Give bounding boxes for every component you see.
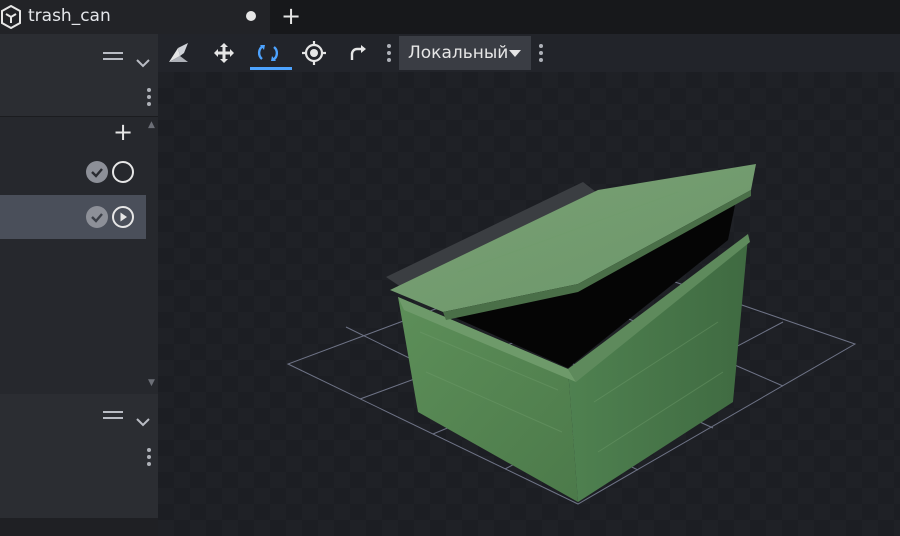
bottom-panel-body	[0, 438, 158, 518]
model-cube-icon	[0, 4, 22, 30]
kebab-menu-icon[interactable]	[147, 448, 151, 466]
left-panel: + ▲ ▼	[0, 34, 158, 536]
3d-viewport[interactable]: Локальный	[158, 34, 900, 536]
tab-trash-can[interactable]: trash_can	[0, 0, 270, 34]
caret-down-icon	[509, 50, 521, 57]
circle-icon[interactable]	[112, 161, 134, 183]
pivot-tool-button[interactable]	[161, 36, 197, 70]
animation-list: +	[0, 117, 158, 387]
hamburger-icon[interactable]	[103, 411, 123, 423]
unsaved-dot-icon[interactable]	[246, 11, 256, 21]
chevron-down-icon[interactable]	[136, 53, 150, 68]
target-icon	[302, 41, 326, 65]
scroll-up-icon[interactable]: ▲	[148, 120, 155, 130]
center-tool-button[interactable]	[296, 36, 332, 70]
kebab-menu-icon[interactable]	[539, 44, 543, 62]
left-panel-footer	[0, 518, 158, 536]
check-circle-icon[interactable]	[86, 161, 108, 183]
bottom-panel-header	[0, 394, 158, 438]
move-arrows-icon	[214, 43, 234, 63]
3d-scene[interactable]	[158, 72, 900, 536]
redo-tool-button[interactable]	[340, 36, 376, 70]
rotate-icon	[257, 44, 279, 62]
tab-bar: trash_can +	[0, 0, 900, 34]
list-item[interactable]	[0, 150, 146, 194]
viewport-toolbar: Локальный	[158, 34, 900, 72]
play-circle-icon[interactable]	[112, 206, 134, 228]
new-tab-button[interactable]: +	[281, 3, 301, 29]
move-tool-button[interactable]	[206, 36, 242, 70]
redo-icon	[350, 45, 366, 60]
left-panel-header	[0, 34, 158, 78]
check-circle-icon[interactable]	[86, 206, 108, 228]
rotate-tool-button[interactable]	[250, 36, 292, 70]
transform-space-value: Локальный	[408, 43, 509, 63]
add-item-button[interactable]: +	[113, 120, 133, 144]
hamburger-icon[interactable]	[103, 52, 123, 64]
transform-space-select[interactable]: Локальный	[399, 36, 531, 70]
kebab-menu-icon[interactable]	[387, 44, 391, 62]
pivot-icon	[169, 43, 188, 62]
scroll-down-icon[interactable]: ▼	[148, 378, 155, 388]
tab-title: trash_can	[28, 6, 111, 26]
kebab-menu-icon[interactable]	[147, 88, 151, 106]
left-panel-toolbar	[0, 78, 158, 116]
list-item-selected[interactable]	[0, 195, 146, 239]
chevron-down-icon[interactable]	[136, 412, 150, 427]
